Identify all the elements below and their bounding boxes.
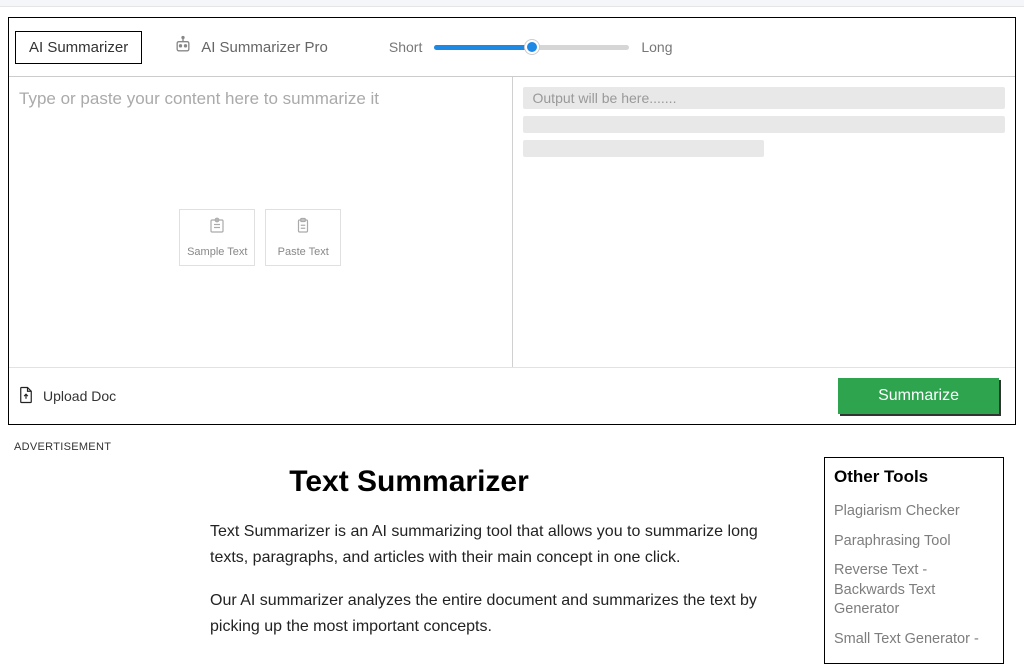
sidebar-link-paraphrasing[interactable]: Paraphrasing Tool	[834, 527, 994, 557]
article-column: Text Summarizer Text Summarizer is an AI…	[20, 457, 798, 664]
paste-text-label: Paste Text	[278, 246, 329, 258]
output-skeleton-line	[523, 140, 764, 157]
tab-ai-summarizer-pro[interactable]: AI Summarizer Pro	[160, 28, 341, 66]
sample-text-button[interactable]: Sample Text	[179, 209, 255, 266]
sample-text-label: Sample Text	[187, 246, 247, 258]
length-slider-track[interactable]	[434, 41, 629, 53]
input-pane[interactable]: Type or paste your content here to summa…	[9, 77, 513, 367]
content-row: Text Summarizer Text Summarizer is an AI…	[0, 453, 1024, 664]
other-tools-sidebar: Other Tools Plagiarism Checker Paraphras…	[824, 457, 1004, 664]
summarizer-tool: AI Summarizer AI Summarizer Pro Short	[8, 17, 1016, 425]
slider-long-label: Long	[641, 39, 672, 55]
article-paragraph: Text Summarizer is an AI summarizing too…	[20, 519, 798, 570]
output-placeholder: Output will be here.......	[523, 87, 1006, 109]
slider-short-label: Short	[389, 39, 422, 55]
upload-doc-label: Upload Doc	[43, 388, 116, 404]
bottom-row: Upload Doc Summarize	[9, 367, 1015, 424]
tabs-row: AI Summarizer AI Summarizer Pro Short	[9, 18, 1015, 77]
page-title: Text Summarizer	[20, 465, 798, 499]
sidebar-link-small-text[interactable]: Small Text Generator -	[834, 625, 994, 655]
article-paragraph: Our AI summarizer analyzes the entire do…	[20, 588, 798, 639]
helper-buttons: Sample Text Paste Text	[179, 209, 341, 266]
top-bar	[0, 0, 1024, 7]
sidebar-link-plagiarism[interactable]: Plagiarism Checker	[834, 497, 994, 527]
robot-icon	[173, 35, 193, 59]
panes: Type or paste your content here to summa…	[9, 77, 1015, 367]
output-skeleton-line	[523, 116, 1006, 133]
tab-pro-label: AI Summarizer Pro	[201, 39, 328, 56]
output-pane: Output will be here.......	[513, 77, 1016, 367]
input-placeholder: Type or paste your content here to summa…	[19, 89, 502, 109]
sidebar-link-reverse-text[interactable]: Reverse Text - Backwards Text Generator	[834, 556, 994, 625]
sample-text-icon	[207, 217, 227, 240]
summarize-button[interactable]: Summarize	[838, 378, 999, 414]
advertisement-label: ADVERTISEMENT	[0, 425, 1024, 453]
upload-icon	[17, 385, 35, 408]
slider-thumb[interactable]	[525, 40, 539, 54]
upload-doc-button[interactable]: Upload Doc	[17, 385, 116, 408]
length-slider: Short Long	[389, 39, 673, 55]
paste-icon	[293, 217, 313, 240]
sidebar-title: Other Tools	[834, 467, 994, 487]
tab-ai-summarizer[interactable]: AI Summarizer	[15, 31, 142, 64]
paste-text-button[interactable]: Paste Text	[265, 209, 341, 266]
